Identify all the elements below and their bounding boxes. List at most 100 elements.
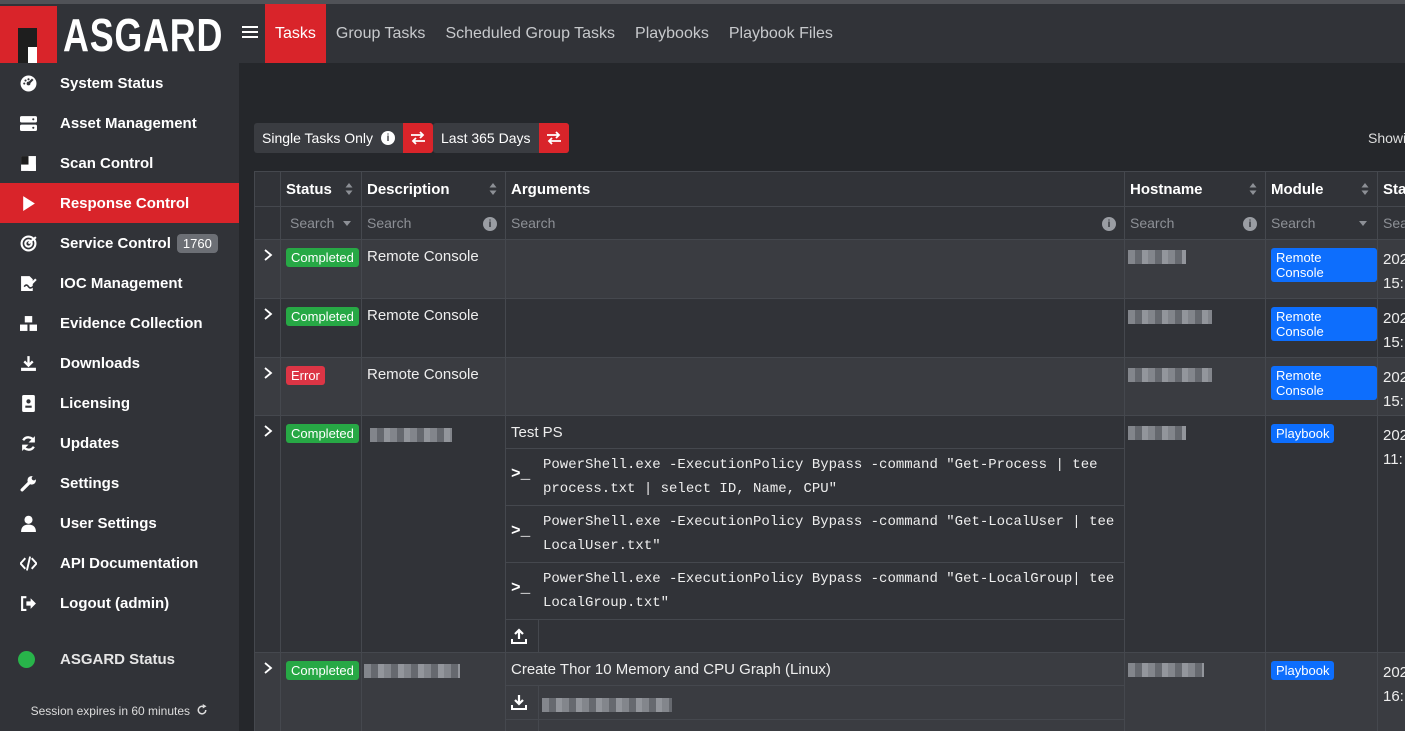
search-placeholder: Sea [1383,215,1405,231]
command-line: LocalGroup.txt" [543,595,670,611]
hostname-cell [1124,298,1266,358]
toggle-single-tasks-button[interactable] [403,123,434,153]
hostname-search-input[interactable]: Search i [1124,206,1266,240]
sidebar-item-updates[interactable]: Updates [0,423,239,463]
playbook-title: Test PS [511,424,563,441]
sidebar-item-service-control[interactable]: Service Control 1760 [0,223,239,263]
asgard-status[interactable]: ASGARD Status [0,640,239,678]
sort-icon[interactable] [1249,182,1257,196]
chevron-down-icon [343,221,351,226]
module-badge: Remote Console [1271,307,1377,341]
terminal-icon: >_ [511,522,531,540]
hostname-cell [1124,239,1266,299]
start-cell: 202 16: [1377,652,1405,731]
asgard-app: ASGARD System Status Asset Management Sc… [0,0,1405,731]
status-badge: Error [286,366,325,385]
column-header-hostname[interactable]: Hostname [1124,171,1266,207]
expand-row-button[interactable] [254,415,281,653]
sidebar-item-asset-management[interactable]: Asset Management [0,103,239,143]
command-step: >_ PowerShell.exe -ExecutionPolicy Bypas… [506,448,1125,505]
sort-icon[interactable] [489,182,497,196]
header-label: Hostname [1130,180,1203,198]
sidebar-item-ioc-management[interactable]: IOC Management [0,263,239,303]
tab-tasks[interactable]: Tasks [265,4,326,63]
redacted-file [542,698,672,712]
sidebar-item-label: API Documentation [60,554,199,572]
arguments-cell: Test PS >_ PowerShell.exe -ExecutionPoli… [505,415,1125,654]
tab-group-tasks[interactable]: Group Tasks [326,4,436,63]
sidebar-item-scan-control[interactable]: Scan Control [0,143,239,183]
upload-step [506,619,1125,654]
expand-row-button[interactable] [254,652,281,731]
expand-row-button[interactable] [254,298,281,358]
column-header-start[interactable]: Sta [1377,171,1405,207]
exchange-icon [411,131,426,145]
redacted-hostname [1128,250,1186,264]
sort-icon[interactable] [1361,182,1369,196]
command-line: PowerShell.exe -ExecutionPolicy Bypass -… [543,571,1115,587]
arguments-search-input[interactable]: Search i [505,206,1125,240]
module-search-select[interactable]: Search [1265,206,1378,240]
sidebar-item-user-settings[interactable]: User Settings [0,503,239,543]
session-text: Session expires in 60 minutes [30,704,191,718]
start-search-input[interactable]: Sea [1377,206,1405,240]
exchange-icon [546,131,561,145]
command-line: PowerShell.exe -ExecutionPolicy Bypass -… [543,457,1098,473]
column-header-module[interactable]: Module [1265,171,1378,207]
sidebar-item-system-status[interactable]: System Status [0,63,239,103]
description-cell: Remote Console [361,239,506,299]
hostname-cell [1124,652,1266,731]
column-header-status[interactable]: Status [280,171,362,207]
search-placeholder: Search [290,215,335,231]
module-cell: Playbook [1265,652,1378,731]
arguments-cell [505,239,1125,299]
sidebar-item-evidence-collection[interactable]: Evidence Collection [0,303,239,343]
refresh-icon[interactable] [196,704,208,716]
description-cell [361,415,506,653]
module-cell: Remote Console [1265,298,1378,358]
header-label: Sta [1383,180,1405,198]
arguments-cell [505,298,1125,358]
tab-scheduled-group-tasks[interactable]: Scheduled Group Tasks [435,4,625,63]
expand-row-button[interactable] [254,239,281,299]
playbook-title: Create Thor 10 Memory and CPU Graph (Lin… [511,661,831,678]
logo-text: ASGARD [63,9,224,61]
server-icon [18,113,38,133]
boxes-icon [18,313,38,333]
status-badge: Completed [286,424,359,443]
start-date: 202 [1383,427,1405,444]
description-search-input[interactable]: Search i [361,206,506,240]
status-search-select[interactable]: Search [280,206,362,240]
module-badge: Remote Console [1271,248,1377,282]
wrench-icon [18,473,38,493]
sidebar-item-response-control[interactable]: Response Control [0,183,239,223]
expand-row-button[interactable] [254,357,281,416]
command-step [506,719,1125,731]
info-icon: i [1102,217,1116,231]
status-dot-icon [18,650,35,668]
sidebar-item-api-documentation[interactable]: API Documentation [0,543,239,583]
sidebar-item-logout[interactable]: Logout (admin) [0,583,239,623]
top-navbar: Tasks Group Tasks Scheduled Group Tasks … [239,4,1405,63]
dashboard-icon [18,73,38,93]
logo[interactable]: ASGARD [0,4,239,63]
sidebar-item-downloads[interactable]: Downloads [0,343,239,383]
module-cell: Remote Console [1265,239,1378,299]
toggle-date-range-button[interactable] [538,123,569,153]
sort-icon[interactable] [345,182,353,196]
sidebar-item-settings[interactable]: Settings [0,463,239,503]
tab-playbook-files[interactable]: Playbook Files [719,4,843,63]
header-label: Module [1271,180,1324,198]
sidebar-item-licensing[interactable]: Licensing [0,383,239,423]
id-card-icon [18,393,38,413]
hamburger-menu-icon[interactable] [242,26,258,40]
command-line: process.txt | select ID, Name, CPU" [543,481,838,497]
tab-playbooks[interactable]: Playbooks [625,4,719,63]
sidebar-item-label: Asset Management [60,114,197,132]
start-time: 16: [1383,688,1404,705]
column-header-description[interactable]: Description [361,171,506,207]
scan-icon [18,153,38,173]
header-label: Arguments [511,180,591,198]
sidebar: ASGARD System Status Asset Management Sc… [0,4,239,731]
header-label: Status [286,180,332,198]
